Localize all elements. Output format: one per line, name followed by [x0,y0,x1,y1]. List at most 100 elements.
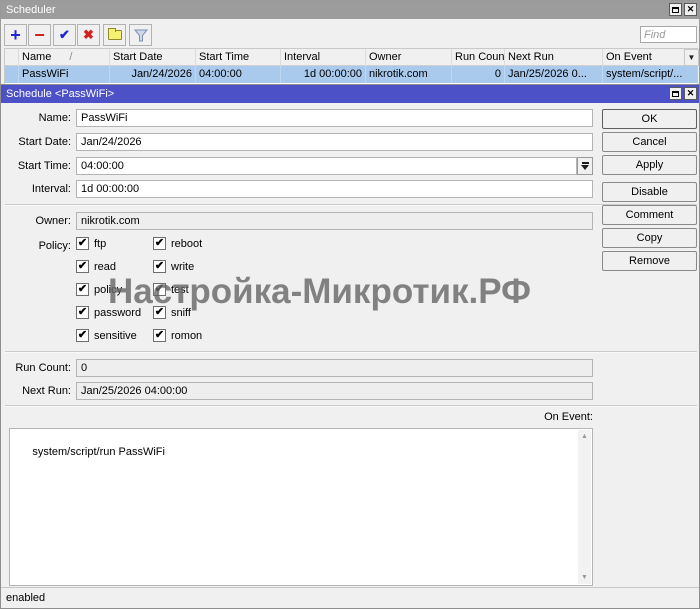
comment-tool-button[interactable] [103,24,126,46]
row-on-event: system/script/... [606,68,683,80]
enable-button[interactable]: ✔ [53,24,76,46]
next-run-label: Next Run: [22,385,71,397]
checkbox-checked-icon[interactable]: ✔ [153,260,166,273]
on-event-textarea[interactable]: system/script/run PassWiFi ▲ ▼ [9,428,593,586]
policy-item-label: write [171,260,195,273]
header-start-date[interactable]: Start Date [110,49,196,66]
checkbox-checked-icon[interactable]: ✔ [153,283,166,296]
row-owner: nikrotik.com [366,66,452,83]
close-button[interactable]: ✕ [684,3,697,16]
checkbox-checked-icon[interactable]: ✔ [153,306,166,319]
find-input[interactable] [640,26,697,43]
row-start-time: 04:00:00 [196,66,281,83]
checkbox-checked-icon[interactable]: ✔ [76,237,89,250]
checkbox-checked-icon[interactable]: ✔ [153,329,166,342]
winbox-screen: Scheduler ✕ + − ✔ ✖ Name/ Start Date Sta… [0,0,700,609]
policy-romon[interactable]: ✔ romon [153,329,202,342]
policy-sniff[interactable]: ✔ sniff [153,306,191,319]
checkbox-checked-icon[interactable]: ✔ [76,329,89,342]
policy-item-label: romon [171,329,203,342]
header-run-count[interactable]: Run Count [452,49,505,66]
checkbox-checked-icon[interactable]: ✔ [76,283,89,296]
separator [5,405,697,407]
start-time-field[interactable] [76,157,577,175]
dialog-close-button[interactable]: ✕ [684,87,697,100]
x-icon: ✖ [83,27,94,42]
policy-password[interactable]: ✔ password [76,306,141,319]
row-start-date: Jan/24/2026 [110,66,196,83]
owner-field: nikrotik.com [76,212,593,230]
row-next-run: Jan/25/2026 0... [505,66,603,83]
start-date-field[interactable] [76,133,593,151]
table-header: Name / Start Date Start Time Interval Own… [5,49,699,66]
plus-icon: + [10,25,21,45]
policy-item-label: sensitive [94,329,137,342]
interval-field[interactable] [76,180,593,198]
policy-policy[interactable]: ✔ policy [76,283,122,296]
policy-test[interactable]: ✔ test [153,283,189,296]
header-gutter[interactable] [5,49,19,66]
header-name[interactable]: Name / [19,49,110,66]
apply-button[interactable]: Apply [602,155,697,175]
policy-reboot[interactable]: ✔ reboot [153,237,202,250]
maximize-button[interactable] [669,3,682,16]
run-count-field: 0 [76,359,593,377]
checkbox-checked-icon[interactable]: ✔ [76,306,89,319]
scheduler-titlebar[interactable]: Scheduler ✕ [1,1,699,19]
header-start-time[interactable]: Start Time [196,49,281,66]
table-row[interactable]: PassWiFi Jan/24/2026 04:00:00 1d 00:00:0… [5,66,697,83]
sort-asc-icon: / [69,51,73,63]
remove-button[interactable]: Remove [602,251,697,271]
policy-item-label: reboot [171,237,203,250]
copy-button[interactable]: Copy [602,228,697,248]
name-label: Name: [38,112,71,124]
policy-read[interactable]: ✔ read [76,260,116,273]
dropdown-triangle-icon [581,165,589,170]
cancel-button[interactable]: Cancel [602,132,697,152]
disable-button[interactable]: ✖ [77,24,100,46]
dialog-maximize-button[interactable] [669,87,682,100]
start-date-label: Start Date: [18,136,71,148]
scrollbar[interactable]: ▲ ▼ [578,430,591,584]
checkbox-checked-icon[interactable]: ✔ [153,237,166,250]
policy-ftp[interactable]: ✔ ftp [76,237,106,250]
start-time-label: Start Time: [17,160,71,172]
filter-button[interactable] [129,24,152,46]
remove-button[interactable]: − [28,24,51,46]
policy-sensitive[interactable]: ✔ sensitive [76,329,137,342]
on-event-label: On Event: [544,411,593,423]
status-bar: enabled [1,587,699,608]
row-run-count: 0 [452,66,505,83]
header-next-run[interactable]: Next Run [505,49,603,66]
column-menu-button[interactable]: ▼ [684,49,699,66]
minus-icon: − [34,25,45,45]
maximize-icon [672,90,679,97]
row-gutter [5,66,19,83]
comment-button[interactable]: Comment [602,205,697,225]
header-on-event[interactable]: On Event [603,49,684,66]
policy-item-label: policy [94,283,123,296]
policy-label: Policy: [38,240,71,252]
policy-item-label: password [94,306,142,319]
add-button[interactable]: + [4,24,27,46]
dialog-titlebar[interactable]: Schedule <PassWiFi> ✕ [1,85,699,103]
scheduler-window-controls: ✕ [669,3,697,16]
disable-button[interactable]: Disable [602,182,697,202]
row-name: PassWiFi [19,66,110,83]
dropdown-bar-icon [581,162,589,164]
header-interval[interactable]: Interval [281,49,366,66]
dialog-title: Schedule <PassWiFi> [6,88,115,100]
scheduler-table: Name / Start Date Start Time Interval Own… [4,48,699,85]
on-event-script: system/script/run PassWiFi [32,446,165,458]
run-count-label: Run Count: [15,362,71,374]
note-icon [107,28,122,40]
header-owner[interactable]: Owner [366,49,452,66]
name-field[interactable] [76,109,593,127]
scroll-down-icon[interactable]: ▼ [578,571,591,584]
start-time-dropdown-button[interactable] [577,157,593,175]
ok-button[interactable]: OK [602,109,697,129]
status-text: enabled [6,592,46,604]
scroll-up-icon[interactable]: ▲ [578,430,591,443]
policy-write[interactable]: ✔ write [153,260,194,273]
checkbox-checked-icon[interactable]: ✔ [76,260,89,273]
